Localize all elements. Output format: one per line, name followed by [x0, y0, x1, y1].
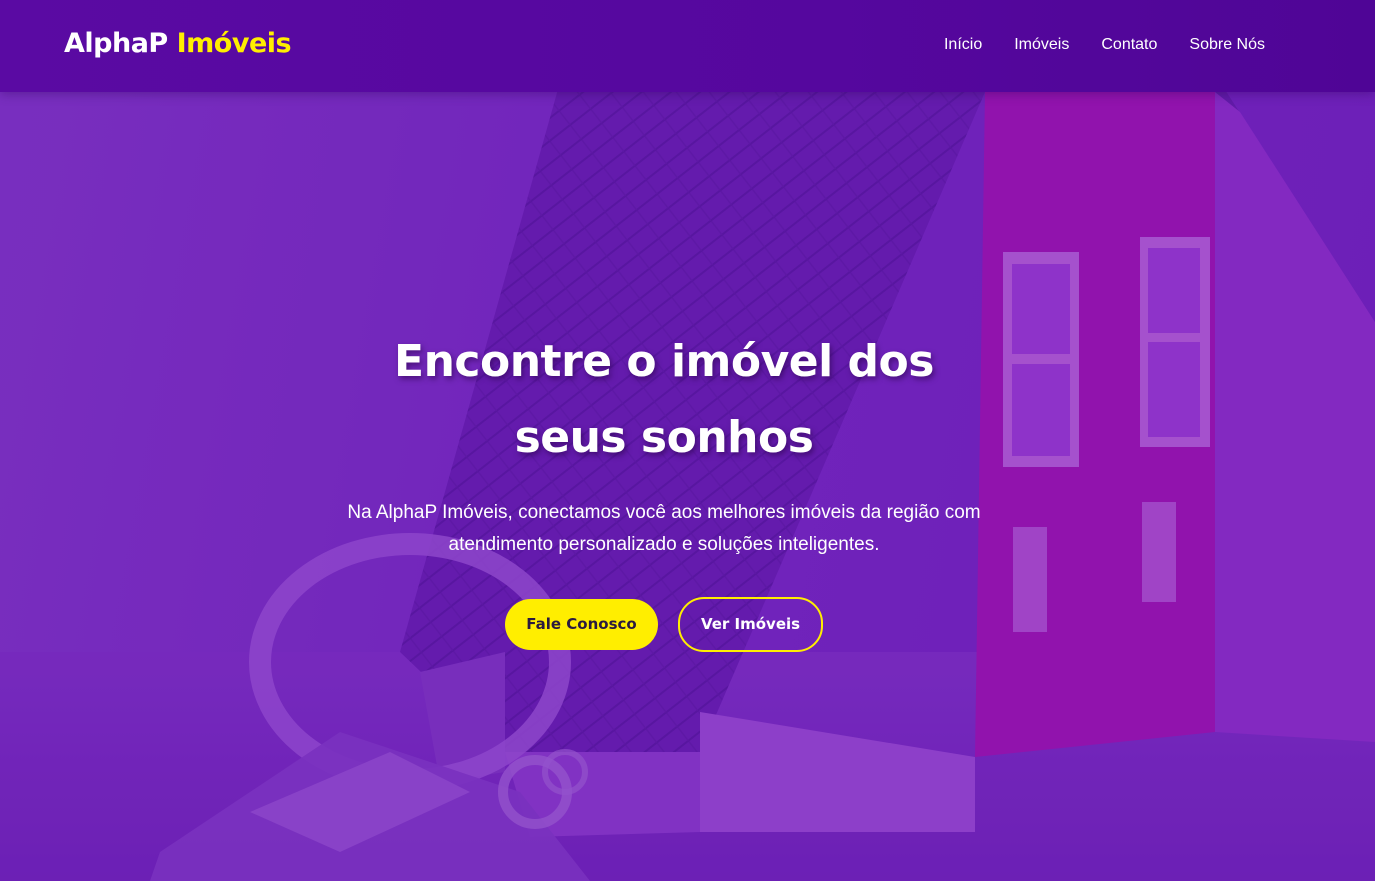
hero-subtitle: Na AlphaP Imóveis, conectamos você aos m…: [347, 502, 981, 555]
logo[interactable]: AlphaP Imóveis: [64, 28, 292, 59]
ver-imoveis-button[interactable]: Ver Imóveis: [678, 597, 823, 652]
logo-main-text: AlphaP: [64, 28, 168, 59]
logo-accent-text: Imóveis: [176, 28, 292, 59]
nav-link-inicio[interactable]: Início: [944, 36, 982, 54]
hero-title: Encontre o imóvel dos seus sonhos: [394, 336, 934, 463]
nav-link-imoveis[interactable]: Imóveis: [1014, 36, 1069, 54]
site-header: AlphaP Imóveis Início Imóveis Contato So…: [0, 0, 1375, 92]
hero-section: Encontre o imóvel dos seus sonhos Na Alp…: [0, 92, 1375, 881]
hero-content: Encontre o imóvel dos seus sonhos Na Alp…: [0, 92, 1375, 881]
nav-link-contato[interactable]: Contato: [1101, 36, 1157, 54]
nav-link-sobre-nos[interactable]: Sobre Nós: [1189, 36, 1265, 54]
page: AlphaP Imóveis Início Imóveis Contato So…: [0, 0, 1375, 881]
fale-conosco-button[interactable]: Fale Conosco: [505, 599, 658, 650]
main-nav: Início Imóveis Contato Sobre Nós: [944, 36, 1265, 54]
